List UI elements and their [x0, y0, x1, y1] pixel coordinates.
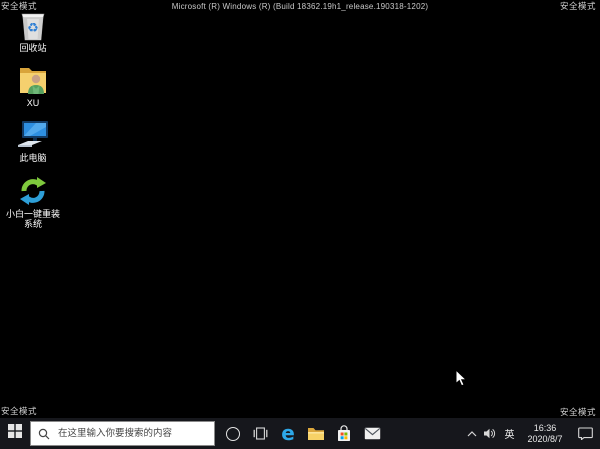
svg-text:♻: ♻ [27, 21, 39, 36]
desktop-icon-this-pc[interactable]: 此电脑 [2, 115, 64, 163]
desktop-icon-label: 此电脑 [19, 153, 47, 163]
cortana-icon [226, 426, 240, 441]
xiaobai-reinstall-icon [17, 171, 49, 207]
task-view-button[interactable] [247, 418, 274, 449]
desktop-icon-label: 回收站 [19, 43, 47, 53]
mail-button[interactable] [358, 418, 386, 449]
tray-time: 16:36 [533, 423, 557, 433]
microsoft-store-button[interactable] [330, 418, 358, 449]
desktop-icon-recycle-bin[interactable]: ♻ 回收站 [2, 5, 64, 53]
mouse-cursor [455, 368, 468, 392]
action-center-icon [577, 427, 593, 440]
search-input[interactable] [56, 427, 214, 440]
action-center-button[interactable] [570, 418, 600, 449]
file-explorer-icon [308, 428, 324, 440]
safe-mode-label-bottom-right: 安全模式 [559, 407, 596, 417]
cortana-button[interactable] [219, 418, 247, 449]
edge-icon: e [281, 420, 295, 445]
tray-volume-button[interactable] [480, 418, 499, 449]
taskbar-search-box[interactable] [30, 421, 215, 446]
this-pc-icon [16, 115, 50, 151]
safe-mode-label-top-right: 安全模式 [559, 1, 596, 11]
file-explorer-button[interactable] [302, 418, 330, 449]
tray-date: 2020/8/7 [527, 433, 563, 444]
safe-mode-label-bottom-left: 安全模式 [1, 406, 38, 416]
user-folder-icon [18, 60, 48, 96]
microsoft-store-icon [338, 425, 350, 441]
start-button[interactable] [0, 418, 29, 449]
safe-mode-label-top-left: 安全模式 [1, 1, 38, 11]
desktop-icon-user-folder-xu[interactable]: XU [2, 60, 64, 108]
tray-clock[interactable]: 16:36 2020/8/7 [520, 418, 570, 449]
chevron-up-icon [467, 430, 476, 436]
tray-language-indicator[interactable]: 英 [499, 418, 520, 449]
taskbar: e [0, 418, 600, 449]
mail-icon [364, 427, 380, 440]
desktop-icon-xiaobai-reinstall[interactable]: 小白一键重装系统 [2, 171, 64, 229]
windows-build-watermark: Microsoft (R) Windows (R) (Build 18362.1… [171, 2, 429, 11]
edge-browser-button[interactable]: e [274, 418, 302, 449]
windows-logo-icon [7, 424, 22, 443]
task-view-icon [253, 427, 268, 440]
tray-show-hidden-icons-button[interactable] [463, 418, 480, 449]
system-tray: 英 16:36 2020/8/7 [463, 418, 600, 449]
desktop-icon-label: XU [26, 98, 40, 108]
search-icon [38, 428, 50, 439]
desktop-icon-label: 小白一键重装系统 [5, 209, 60, 229]
speaker-icon [484, 428, 496, 439]
